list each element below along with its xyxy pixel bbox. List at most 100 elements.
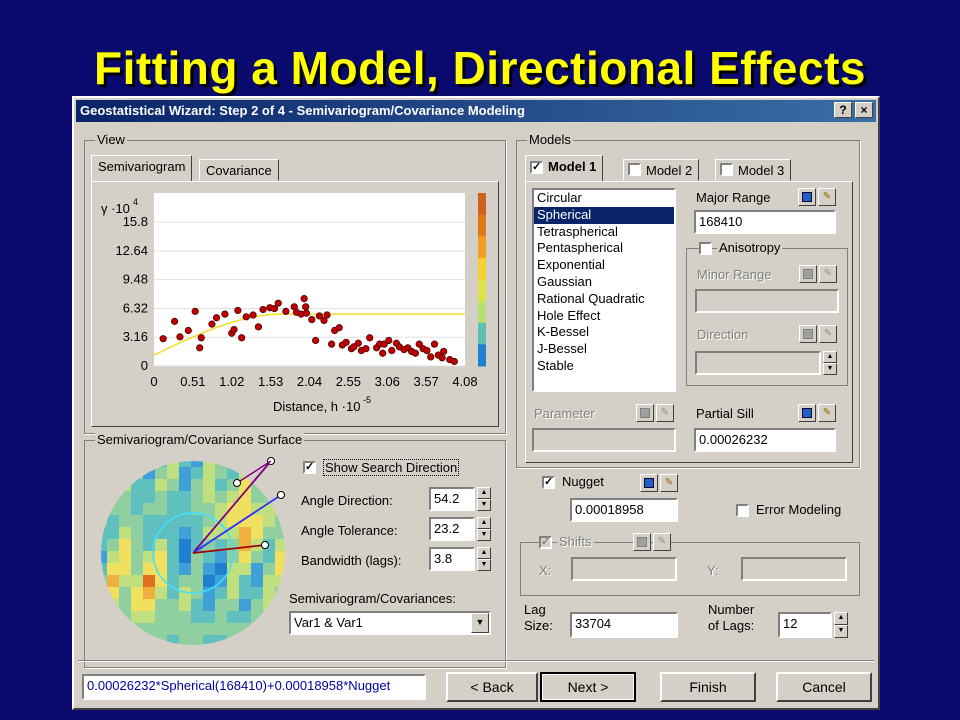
model-option[interactable]: K-Bessel: [534, 324, 674, 341]
surface-cell: [203, 503, 215, 515]
surface-cell: [143, 587, 155, 599]
show-search-direction-checkbox[interactable]: ✓: [303, 461, 316, 474]
model-3-checkbox[interactable]: [720, 163, 733, 176]
model-option[interactable]: Circular: [534, 190, 674, 207]
model-option[interactable]: Gaussian: [534, 274, 674, 291]
model-option[interactable]: Exponential: [534, 257, 674, 274]
back-button[interactable]: < Back: [446, 672, 538, 702]
shifts-calc-icon[interactable]: [633, 533, 651, 551]
major-range-edit-icon[interactable]: ✎: [818, 188, 836, 206]
tab-semivariogram[interactable]: Semivariogram: [91, 155, 193, 181]
surface-cell: [155, 611, 167, 623]
parameter-calc-icon[interactable]: [636, 404, 654, 422]
data-point: [221, 310, 229, 318]
data-point: [362, 345, 370, 353]
surface-cell: [287, 635, 291, 647]
surface-cell: [131, 599, 143, 611]
major-range-input[interactable]: 168410: [694, 210, 836, 234]
bandwidth-input[interactable]: 3.8: [429, 547, 475, 571]
partial-sill-calc-icon[interactable]: [798, 404, 816, 422]
surface-cell: [263, 647, 275, 651]
model-option[interactable]: Pentaspherical: [534, 240, 674, 257]
close-button[interactable]: ×: [855, 102, 873, 118]
partial-sill-label: Partial Sill: [696, 406, 754, 421]
model-option[interactable]: Spherical: [534, 206, 674, 224]
model-2-checkbox[interactable]: [628, 163, 641, 176]
angle-tolerance-spinner[interactable]: ▲ ▼: [477, 517, 491, 541]
model-1-checkbox[interactable]: ✓: [530, 161, 543, 174]
surface-cell: [119, 503, 131, 515]
model-option[interactable]: Stable: [534, 358, 674, 375]
nugget-edit-icon[interactable]: ✎: [660, 474, 678, 492]
cancel-button[interactable]: Cancel: [776, 672, 872, 702]
shifts-edit-icon[interactable]: ✎: [653, 533, 671, 551]
surface-cell: [167, 587, 179, 599]
minor-range-edit-icon[interactable]: ✎: [819, 265, 837, 283]
nugget-checkbox[interactable]: ✓: [542, 476, 555, 489]
surface-cell: [107, 575, 119, 587]
direction-input[interactable]: [695, 351, 821, 375]
error-modeling-label: Error Modeling: [756, 502, 842, 517]
angle-tolerance-label: Angle Tolerance:: [301, 523, 398, 538]
footer-divider: [78, 660, 874, 662]
nugget-input[interactable]: 0.00018958: [570, 498, 678, 522]
shift-x-input[interactable]: [571, 557, 677, 581]
shifts-checkbox[interactable]: ✓: [539, 536, 552, 549]
bandwidth-spinner[interactable]: ▲ ▼: [477, 547, 491, 571]
model-option[interactable]: Rational Quadratic: [534, 291, 674, 308]
model-option[interactable]: Tetraspherical: [534, 224, 674, 241]
major-range-calc-icon[interactable]: [798, 188, 816, 206]
surface-cell: [179, 527, 191, 539]
tab-model-2[interactable]: Model 2: [623, 159, 700, 181]
finish-button[interactable]: Finish: [660, 672, 756, 702]
surface-cell: [155, 479, 167, 491]
next-button[interactable]: Next >: [540, 672, 636, 702]
model-option[interactable]: J-Bessel: [534, 341, 674, 358]
surface-cell: [179, 575, 191, 587]
surface-cell: [107, 491, 119, 503]
error-modeling-checkbox[interactable]: [736, 504, 749, 517]
surface-cell: [227, 611, 239, 623]
surface-cell: [275, 515, 285, 527]
tab-model-1[interactable]: Model 1 ✓: [525, 155, 604, 181]
surface-cell: [119, 635, 131, 645]
angle-direction-spinner[interactable]: ▲ ▼: [477, 487, 491, 511]
shift-y-input[interactable]: [741, 557, 847, 581]
surface-cell: [179, 635, 191, 645]
tab-model-3[interactable]: Model 3: [715, 159, 792, 181]
parameter-input[interactable]: [532, 428, 676, 452]
minor-range-calc-icon[interactable]: [799, 265, 817, 283]
direction-calc-icon[interactable]: [799, 325, 817, 343]
num-lags-input[interactable]: 12: [778, 612, 832, 638]
help-button[interactable]: ?: [834, 102, 852, 118]
anisotropy-checkbox[interactable]: [699, 242, 712, 255]
surface-cell: [203, 575, 215, 587]
surface-cell: [143, 575, 155, 587]
direction-edit-icon[interactable]: ✎: [819, 325, 837, 343]
model-option[interactable]: Hole Effect: [534, 308, 674, 325]
num-lags-spinner[interactable]: ▲ ▼: [834, 612, 848, 638]
x-axis-exponent: -5: [363, 395, 371, 405]
angle-direction-input[interactable]: 54.2: [429, 487, 475, 511]
partial-sill-input[interactable]: 0.00026232: [694, 428, 836, 452]
surface-cell: [119, 599, 131, 611]
minor-range-input[interactable]: [695, 289, 839, 313]
colorbar-segment: [478, 322, 486, 345]
surface-cell: [251, 599, 263, 611]
lag-size-input[interactable]: 33704: [570, 612, 678, 638]
nugget-calc-icon[interactable]: [640, 474, 658, 492]
dropdown-arrow-icon[interactable]: ▼: [471, 613, 489, 633]
angle-tolerance-input[interactable]: 23.2: [429, 517, 475, 541]
tab-covariance[interactable]: Covariance: [199, 159, 279, 181]
direction-spinner[interactable]: ▲ ▼: [823, 351, 837, 375]
partial-sill-edit-icon[interactable]: ✎: [818, 404, 836, 422]
surface-cell: [191, 563, 203, 575]
semivar-cov-select[interactable]: Var1 & Var1: [289, 611, 491, 635]
slide-title: Fitting a Model, Directional Effects: [94, 42, 866, 94]
parameter-edit-icon[interactable]: ✎: [656, 404, 674, 422]
model-type-list[interactable]: Circular Spherical Tetraspherical Pentasphe…: [532, 188, 676, 392]
surface-cell: [167, 479, 179, 491]
surface-cell: [101, 461, 107, 467]
view-group-label: View: [95, 132, 127, 147]
variogram-surface-map[interactable]: [95, 455, 291, 651]
